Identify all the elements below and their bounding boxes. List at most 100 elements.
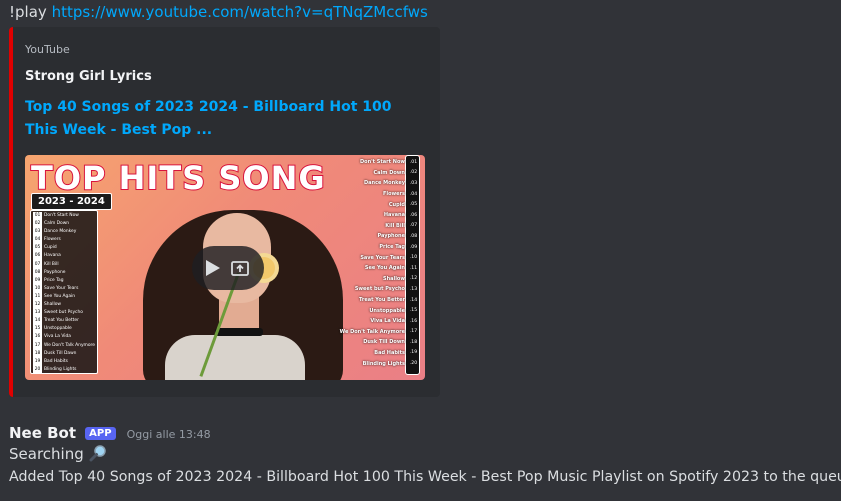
right-track-number: .09 <box>408 244 419 250</box>
left-track: 16 Viva La Vida <box>33 333 95 342</box>
left-track-title: Price Tag <box>44 277 64 283</box>
right-track: Price Tag .09 <box>333 242 419 253</box>
queue-confirmation: Added Top 40 Songs of 2023 2024 - Billbo… <box>9 469 841 485</box>
right-track-title: Sweet but Psycho <box>354 286 405 293</box>
right-track-title: Dusk Till Down <box>363 339 405 346</box>
left-track-number: 12 <box>33 301 42 310</box>
right-track-number: .02 <box>408 170 419 176</box>
embed-title-link[interactable]: Top 40 Songs of 2023 2024 - Billboard Ho… <box>25 96 405 142</box>
left-track-title: Havana <box>44 253 61 259</box>
right-track-title: Kill Bill <box>385 222 405 229</box>
right-track-number: .14 <box>408 297 419 303</box>
right-track-number: .07 <box>408 223 419 229</box>
right-track-title: Flowers <box>382 191 405 198</box>
thumbnail-right-tracklist: Don't Start Now .01 Calm Down .02 Dance Monk… <box>333 157 419 369</box>
left-track-number: 10 <box>33 284 42 293</box>
bot-name[interactable]: Nee Bot <box>9 424 76 442</box>
right-track-title: See You Again <box>364 265 405 272</box>
right-track-number: .03 <box>408 180 419 186</box>
right-track-title: Save Your Tears <box>360 254 405 261</box>
left-track-title: Bad Habits <box>44 358 68 364</box>
left-track: 09 Price Tag <box>33 276 95 285</box>
left-track: 11 See You Again <box>33 292 95 302</box>
left-track-title: Payphone <box>44 269 66 275</box>
right-track: We Don't Talk Anymore .17 <box>333 327 419 338</box>
right-track: Viva La Vida .16 <box>333 316 419 327</box>
right-track-number: .10 <box>408 255 419 261</box>
right-track-number: .17 <box>408 329 419 335</box>
left-track: 12 Shallow <box>33 301 95 310</box>
right-track-number: .11 <box>408 265 419 271</box>
right-track: Dusk Till Down .18 <box>333 337 419 348</box>
left-track-number: 18 <box>33 349 42 358</box>
right-track: Cupid .05 <box>333 199 419 210</box>
open-external-icon[interactable] <box>231 259 251 277</box>
right-track-number: .18 <box>408 339 419 345</box>
embed-provider[interactable]: YouTube <box>25 43 70 56</box>
right-track-title: Treat You Better <box>359 297 405 304</box>
left-track-number: 08 <box>33 268 42 277</box>
left-track-title: Blinding Lights <box>44 366 77 372</box>
left-track-title: Save Your Tears <box>44 285 79 291</box>
right-track-number: .15 <box>408 308 419 314</box>
message-timestamp: Oggi alle 13:48 <box>126 428 211 441</box>
left-track-number: 14 <box>33 317 42 326</box>
embed-author[interactable]: Strong Girl Lyrics <box>25 69 152 84</box>
right-track-title: Havana <box>383 212 405 219</box>
left-track: 06 Havana <box>33 252 95 261</box>
left-track-number: 13 <box>33 309 42 318</box>
right-track-title: We Don't Talk Anymore <box>339 328 405 335</box>
app-badge: APP <box>85 427 116 440</box>
right-track-number: .12 <box>408 276 419 282</box>
right-track-title: Bad Habits <box>374 349 405 356</box>
left-track-title: We Don't Talk Anymore <box>44 342 95 348</box>
bot-header: Nee Bot APP Oggi alle 13:48 <box>9 423 211 442</box>
magnifier-icon <box>89 445 107 463</box>
right-track: Sweet but Psycho .13 <box>333 284 419 295</box>
play-icon[interactable] <box>205 259 221 277</box>
left-track-number: 06 <box>33 252 42 261</box>
right-track-title: Don't Start Now <box>359 159 405 166</box>
play-overlay[interactable] <box>192 246 264 290</box>
right-track-title: Viva La Vida <box>370 318 405 325</box>
right-track-number: .16 <box>408 318 419 324</box>
left-track-number: 02 <box>33 220 42 229</box>
left-track-number: 09 <box>33 276 42 285</box>
left-track: 19 Bad Habits <box>33 357 95 366</box>
left-track-title: Sweet but Psycho <box>44 310 83 316</box>
right-track: Havana .06 <box>333 210 419 221</box>
right-track-title: Price Tag <box>379 244 405 251</box>
right-track: See You Again .11 <box>333 263 419 274</box>
left-track-number: 03 <box>33 228 42 237</box>
right-track-title: Payphone <box>377 233 405 240</box>
left-track-number: 17 <box>33 341 42 350</box>
left-track: 05 Cupid <box>33 244 95 253</box>
right-track: Bad Habits .19 <box>333 348 419 359</box>
bot-status-line: Searching <box>9 444 107 463</box>
left-track-title: Cupid <box>44 245 57 251</box>
right-track: Shallow .12 <box>333 274 419 285</box>
right-track-number: .05 <box>408 202 419 208</box>
left-track-title: Dance Monkey <box>44 229 77 235</box>
left-track-title: Unstoppable <box>44 326 72 332</box>
video-thumbnail[interactable]: TOP HITS SONG 2023 - 2024 01 Don't Start … <box>25 155 425 380</box>
right-track-title: Dance Monkey <box>364 180 405 187</box>
left-track-title: Treat You Better <box>44 318 79 324</box>
right-track: Save Your Tears .10 <box>333 252 419 263</box>
right-track: Treat You Better .14 <box>333 295 419 306</box>
left-track-title: Calm Down <box>44 221 70 227</box>
thumbnail-year: 2023 - 2024 <box>31 193 112 210</box>
youtube-embed: YouTube Strong Girl Lyrics Top 40 Songs … <box>9 27 440 397</box>
right-track-number: .01 <box>408 159 419 165</box>
left-track-title: Flowers <box>44 237 61 243</box>
left-track-title: Dusk Till Dawn <box>44 350 77 356</box>
right-track-number: .06 <box>408 212 419 218</box>
right-track-number: .08 <box>408 233 419 239</box>
right-track: Dance Monkey .03 <box>333 178 419 189</box>
user-message: !play https://www.youtube.com/watch?v=qT… <box>9 3 428 21</box>
left-track-title: Shallow <box>44 302 61 308</box>
video-link[interactable]: https://www.youtube.com/watch?v=qTNqZMcc… <box>52 3 428 21</box>
right-track-title: Calm Down <box>373 169 405 176</box>
left-track-title: Don't Start Now <box>44 213 79 218</box>
left-track: 07 Kill Bill <box>33 260 95 269</box>
